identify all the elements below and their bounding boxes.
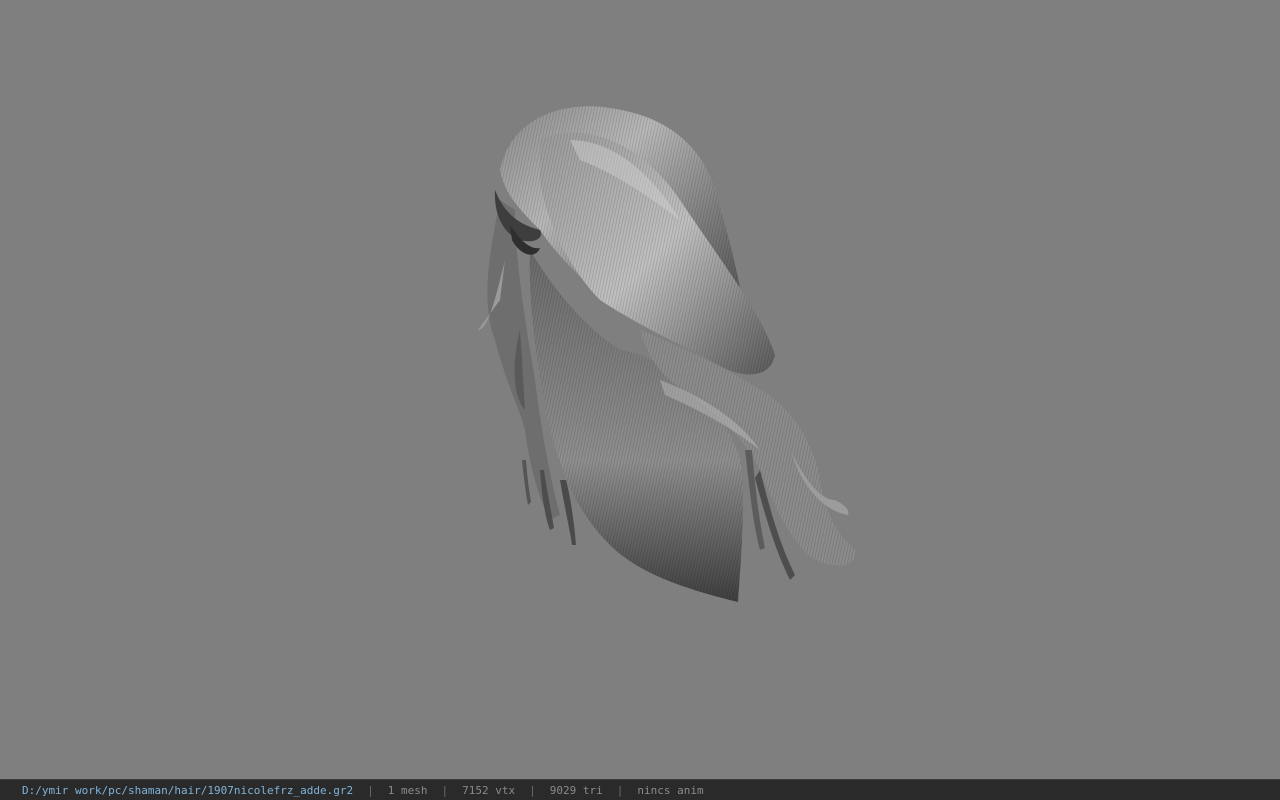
3d-viewport[interactable] — [0, 0, 1280, 779]
hair-model-render — [478, 106, 857, 602]
animation-info-label: nincs anim — [637, 783, 704, 797]
status-bar: D:/ymir work/pc/shaman/hair/1907nicolefr… — [0, 779, 1280, 800]
file-path-label: D:/ymir work/pc/shaman/hair/1907nicolefr… — [22, 783, 354, 797]
vertex-count-label: 7152 vtx — [462, 783, 516, 797]
triangle-count-label: 9029 tri — [549, 783, 603, 797]
status-separator: | — [367, 783, 374, 797]
status-separator: | — [529, 783, 536, 797]
status-separator: | — [441, 783, 449, 797]
mesh-count-label: 1 mesh — [387, 783, 428, 797]
status-separator: | — [616, 783, 624, 797]
